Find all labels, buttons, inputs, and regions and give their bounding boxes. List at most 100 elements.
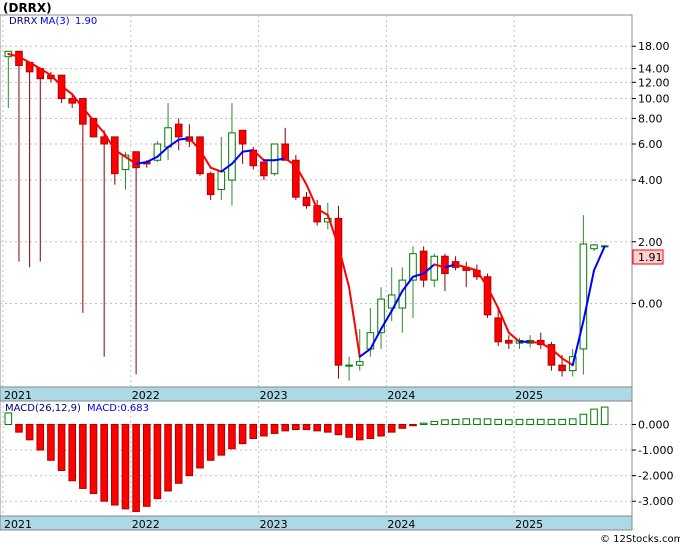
macd-bar-negative [323,423,332,433]
candle-down [334,205,343,379]
macd-bar-negative [345,423,353,438]
last-price-badge-text: 1.91 [638,251,663,264]
macd-bar-negative [89,423,98,495]
macd-bar-positive [430,420,439,425]
price-y-tick-label: 14.00 [638,63,670,76]
macd-bar-negative [249,423,258,440]
macd-x-tick-label: 2021 [4,518,32,531]
price-x-tick-label: 2024 [387,389,415,402]
candle-body [164,127,172,148]
macd-bar-negative [334,423,343,436]
candle-body [132,151,140,169]
macd-bar-positive [579,413,588,425]
price-y-tick-label: 6.00 [638,138,663,151]
macd-y-tick-label: -2.000 [638,470,673,483]
candle-body [441,255,449,275]
macd-bar-negative [377,423,385,437]
macd-bar-negative [238,423,247,445]
macd-x-tick-label: 2022 [132,518,160,531]
candle-body [558,364,566,372]
macd-bar-negative [260,423,268,437]
price-y-tick-label: 8.00 [638,112,663,125]
candle-body [111,136,119,175]
candle-body [228,132,236,181]
candle-body [505,339,513,344]
candle-body [355,361,364,366]
macd-bar-negative [47,423,55,461]
ma-segment [529,340,542,345]
candle-down [483,273,492,318]
candle-body [206,173,215,196]
candle-body [238,129,247,145]
macd-bar-positive [462,418,471,425]
price-legend: DRRX MA(3) 1.90 [9,16,97,27]
price-legend-symbol: DRRX [9,16,38,27]
price-y-tick-label: 4.00 [638,174,663,187]
macd-x-tick-label: 2023 [260,518,288,531]
macd-bar-negative [206,423,215,461]
price-legend-ma-label: MA(3) [40,16,70,27]
macd-bar-negative [111,423,119,506]
ma-segment [177,137,191,141]
candle-body [174,123,183,138]
price-x-tick-label: 2023 [260,389,288,402]
macd-bar-negative [57,423,66,472]
price-x-tick-label: 2022 [132,389,160,402]
candle-down [57,74,66,104]
macd-bar-positive [505,419,513,425]
price-y-tick-label: 12.00 [638,76,670,89]
macd-bar-positive [526,418,534,425]
macd-bar-positive [441,419,449,425]
price-panel [0,14,633,388]
macd-bar-negative [164,423,172,492]
macd-bar-negative [132,423,140,512]
macd-bar-positive [515,418,524,425]
macd-bar-positive [494,418,502,425]
macd-y-tick-label: -3.000 [638,495,673,508]
price-y-tick-label: 18.00 [638,40,670,53]
candle-body [68,98,77,104]
macd-bar-negative [366,423,375,440]
macd-bar-negative [281,423,290,432]
macd-bar-positive [590,408,598,425]
price-y-tick-label: 0.00 [638,297,663,310]
price-legend-ma-value: 1.90 [75,16,97,27]
macd-legend-label: MACD(26,12,9) [5,403,81,414]
candle-body [270,143,279,175]
candle-body [590,244,598,250]
macd-legend: MACD(26,12,9) MACD:0.683 [5,403,149,414]
macd-y-tick-label: -1.000 [638,444,673,457]
candle-down [196,136,204,176]
macd-y-tick-label: 0.000 [638,418,670,431]
macd-bar-negative [355,423,364,441]
last-price-badge: 1.91 [632,249,664,265]
candle-down [292,155,300,200]
price-x-tick-label: 2021 [4,389,32,402]
macd-bar-positive [419,422,428,425]
price-y-tick-label: 2.00 [638,236,663,249]
macd-bar-negative [121,423,130,510]
macd-bar-negative [15,423,23,433]
macd-bar-negative [153,423,162,500]
macd-bar-positive [558,418,566,425]
candle-body [430,255,439,281]
price-x-tick-label: 2025 [515,389,543,402]
macd-bar-positive [600,406,609,425]
macd-bar-negative [79,423,87,489]
macd-bar-positive [536,418,545,425]
candle-body [217,171,226,190]
stock-chart: (DRRX) 18.00 14.0012.00 10.00 8.00 6.00 4.00 2… [0,0,680,546]
candle-body [345,364,353,367]
macd-bar-negative [68,423,77,482]
macd-legend-value: MACD:0.683 [87,403,149,414]
macd-bar-negative [228,423,236,450]
macd-bar-negative [36,423,45,451]
macd-bar-negative [217,423,226,456]
candle-body [302,196,311,207]
chart-title: (DRRX) [3,1,52,15]
macd-bar-positive [547,418,556,425]
macd-x-tick-label: 2025 [515,518,543,531]
macd-bar-negative [409,423,417,427]
macd-bar-negative [302,423,311,431]
macd-bar-negative [142,423,151,507]
